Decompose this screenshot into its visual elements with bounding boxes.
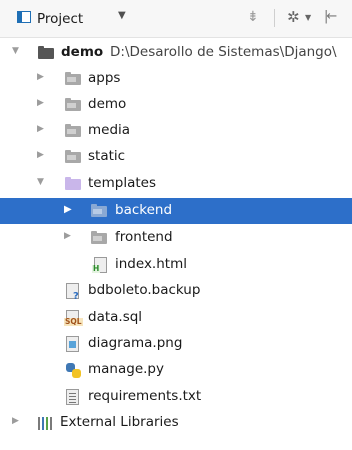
- expand-arrow-icon[interactable]: ▶: [12, 416, 19, 426]
- tree-item-label: frontend: [115, 229, 173, 245]
- tree-item-label: demo: [88, 96, 127, 112]
- tree-item-label: apps: [88, 70, 121, 86]
- tree-item-label: media: [88, 122, 131, 138]
- image-file-icon: [66, 336, 79, 352]
- expand-arrow-icon[interactable]: ▶: [37, 72, 44, 82]
- project-view-icon: [17, 11, 31, 23]
- expand-arrow-icon[interactable]: ▶: [64, 231, 71, 241]
- expand-arrow-icon[interactable]: ▶: [37, 150, 44, 160]
- tree-row-backend[interactable]: ▶ backend: [0, 198, 352, 224]
- root-folder-name: demo: [61, 44, 104, 60]
- tree-row-apps[interactable]: ▶ apps: [0, 66, 352, 92]
- folder-icon: [38, 46, 54, 59]
- html-file-icon: H: [92, 257, 107, 273]
- project-view-selector[interactable]: Project: [37, 11, 83, 27]
- toolbar-divider: [274, 9, 275, 27]
- folder-icon: [65, 72, 81, 85]
- tree-row-templates[interactable]: ▼ templates: [0, 171, 352, 197]
- folder-icon: [65, 98, 81, 111]
- tree-item-label: External Libraries: [60, 414, 179, 430]
- tree-item-label: manage.py: [88, 361, 164, 377]
- tree-row-requirements-txt[interactable]: requirements.txt: [0, 384, 352, 410]
- project-panel-header: Project ▼ ⇟ ✲ ▼ |←: [0, 0, 352, 38]
- text-file-icon: [66, 389, 79, 405]
- templates-folder-icon: [65, 177, 81, 190]
- tree-item-label: backend: [115, 202, 173, 218]
- folder-icon: [91, 231, 107, 244]
- tree-item-label: bdboleto.backup: [88, 282, 201, 298]
- image-thumbnail: [69, 341, 76, 348]
- tree-row-index-html[interactable]: H index.html: [0, 252, 352, 278]
- hide-panel-icon[interactable]: |←: [324, 9, 337, 24]
- tree-item-label: templates: [88, 175, 156, 191]
- folder-icon: [91, 204, 107, 217]
- tree-row-external-libraries[interactable]: ▶ External Libraries: [0, 410, 352, 436]
- tree-item-label: diagrama.png: [88, 335, 183, 351]
- tree-item-label: static: [88, 148, 126, 164]
- collapse-all-icon[interactable]: ⇟: [247, 9, 259, 25]
- expand-arrow-icon[interactable]: ▶: [37, 124, 44, 134]
- expand-arrow-icon[interactable]: ▶: [64, 204, 72, 215]
- tree-item-label: index.html: [115, 256, 187, 272]
- tree-row-manage-py[interactable]: manage.py: [0, 357, 352, 383]
- unknown-file-icon: ?: [66, 283, 79, 302]
- folder-icon: [65, 150, 81, 163]
- root-folder-path: D:\Desarollo de Sistemas\Django\: [110, 44, 337, 60]
- tree-row-media[interactable]: ▶ media: [0, 118, 352, 144]
- folder-icon: [65, 124, 81, 137]
- expand-arrow-icon[interactable]: ▼: [37, 177, 44, 187]
- python-file-icon: [66, 363, 81, 378]
- gear-icon[interactable]: ✲: [287, 8, 300, 26]
- tree-row-bdboleto-backup[interactable]: ? bdboleto.backup: [0, 278, 352, 304]
- tree-row-frontend[interactable]: ▶ frontend: [0, 225, 352, 251]
- tree-row-root-demo[interactable]: ▼ demo D:\Desarollo de Sistemas\Django\: [0, 40, 352, 66]
- tree-row-static[interactable]: ▶ static: [0, 144, 352, 170]
- sql-file-icon: SQL: [64, 310, 83, 326]
- library-icon: [38, 417, 56, 430]
- tree-row-data-sql[interactable]: SQL data.sql: [0, 305, 352, 331]
- tree-row-demo[interactable]: ▶ demo: [0, 92, 352, 118]
- chevron-down-icon[interactable]: ▼: [118, 10, 126, 21]
- tree-row-diagrama-png[interactable]: diagrama.png: [0, 331, 352, 357]
- tree-item-label: requirements.txt: [88, 388, 202, 404]
- tree-item-label: data.sql: [88, 309, 143, 325]
- sql-badge: SQL: [64, 317, 83, 326]
- unknown-badge: ?: [73, 291, 79, 302]
- html-badge: H: [92, 264, 101, 273]
- gear-dropdown-icon[interactable]: ▼: [305, 13, 311, 22]
- expand-arrow-icon[interactable]: ▼: [12, 46, 19, 56]
- expand-arrow-icon[interactable]: ▶: [37, 98, 44, 108]
